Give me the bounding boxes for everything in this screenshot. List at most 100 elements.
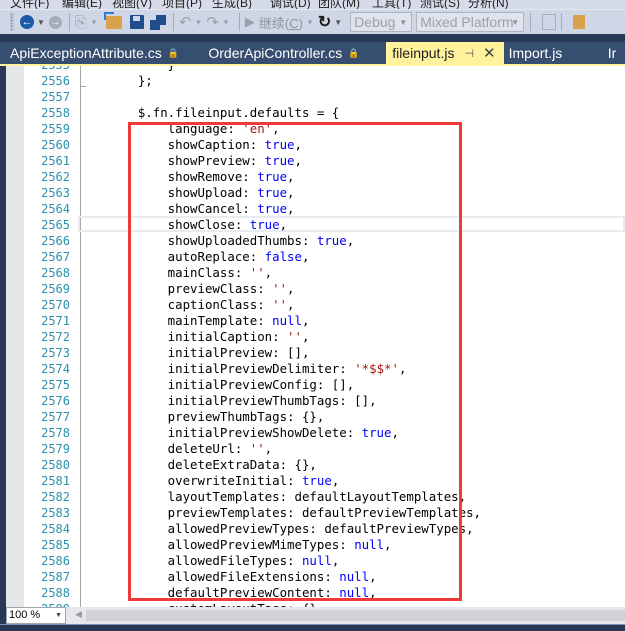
horizontal-scrollbar[interactable] [86,610,625,621]
code-token: , [294,137,302,152]
code-line[interactable]: 2571 mainTemplate: null, [6,313,625,329]
code-line[interactable]: 2585 allowedPreviewMimeTypes: null, [6,537,625,553]
solution-platform-select[interactable]: Mixed Platform ▼ [416,12,525,32]
navigate-forward-button[interactable]: → [48,12,62,32]
line-number: 2563 [41,186,70,200]
code-text: showCaption: true, [108,137,302,153]
code-line[interactable]: 2560 showCaption: true, [6,137,625,153]
document-tabs: ApiExceptionAttribute.cs 🔒 OrderApiContr… [0,42,625,64]
code-text: $.fn.fileinput.defaults = { [108,105,339,121]
navigate-back-dropdown-icon[interactable]: ▼ [37,18,45,27]
line-number: 2583 [41,506,70,520]
menu-item[interactable]: 团队(M) [318,0,360,9]
code-line[interactable]: 2575 initialPreviewConfig: [], [6,377,625,393]
zoom-level-select[interactable]: 100 % ▼ [6,607,66,624]
code-line[interactable]: 2577 previewThumbTags: {}, [6,409,625,425]
code-token: , [391,425,399,440]
code-line[interactable]: 2566 showUploadedThumbs: true, [6,233,625,249]
undo-icon[interactable]: ↶ [179,12,192,32]
save-button[interactable] [129,12,144,32]
toolbar-grip[interactable] [10,13,14,31]
find-in-files-icon[interactable] [573,15,586,29]
menu-item[interactable]: 工具(T) [372,0,411,9]
menu-item[interactable]: 项目(P) [162,0,202,9]
toolbar-separator [172,13,174,31]
menu-item[interactable]: 视图(V) [112,0,152,9]
code-line[interactable]: 2588 defaultPreviewContent: null, [6,585,625,601]
menu-item[interactable]: 测试(S) [420,0,460,9]
code-line[interactable]: 2583 previewTemplates: defaultPreviewTem… [6,505,625,521]
code-line[interactable]: 2579 deleteUrl: '', [6,441,625,457]
code-line[interactable]: 2565 showClose: true, [6,217,625,233]
code-line[interactable]: 2567 autoReplace: false, [6,249,625,265]
code-line[interactable]: 2580 deleteExtraData: {}, [6,457,625,473]
code-editor[interactable]: 2555 }2556 };25572558 $.fn.fileinput.def… [6,66,625,607]
scroll-left-icon[interactable]: ◀ [75,609,82,620]
code-line[interactable]: 2562 showRemove: true, [6,169,625,185]
code-line[interactable]: 2582 layoutTemplates: defaultLayoutTempl… [6,489,625,505]
line-number: 2577 [41,410,70,424]
code-line[interactable]: 2558 $.fn.fileinput.defaults = { [6,105,625,121]
redo-icon[interactable]: ↷ [206,12,219,32]
tab-import-js[interactable]: Import.js [504,42,606,64]
line-number: 2565 [41,218,70,232]
new-item-dropdown-icon[interactable]: ▼ [90,18,98,27]
code-token: showUpload: [108,185,258,200]
keyword-token: null [339,569,370,584]
code-line[interactable]: 2568 mainClass: '', [6,265,625,281]
tab-label: Ir [607,45,617,61]
code-line[interactable]: 2573 initialPreview: [], [6,345,625,361]
code-text: mainClass: '', [108,265,272,281]
navigate-back-button[interactable]: ← [20,12,34,32]
code-line[interactable]: 2563 showUpload: true, [6,185,625,201]
code-line[interactable]: 2564 showCancel: true, [6,201,625,217]
code-line[interactable]: 2555 } [6,66,625,73]
code-token: , [287,201,295,216]
continue-button[interactable]: ▶ 继续(C) [245,12,303,32]
menu-item[interactable]: 文件(F) [10,0,49,9]
string-token: '*$$*' [354,361,399,376]
code-line[interactable]: 2574 initialPreviewDelimiter: '*$$*', [6,361,625,377]
toolbar-separator [561,13,563,31]
code-line[interactable]: 2556 }; [6,73,625,89]
solution-configuration-select[interactable]: Debug ▼ [350,12,413,32]
undo-dropdown-icon[interactable]: ▼ [194,18,202,27]
save-all-button[interactable] [149,12,166,32]
code-token: deleteUrl: [108,441,250,456]
code-token: layoutTemplates: defaultLayoutTemplates, [108,489,467,504]
menu-item[interactable]: 分析(N) [468,0,509,9]
code-line[interactable]: 2572 initialCaption: '', [6,329,625,345]
tab-overflow[interactable]: Ir [606,42,625,64]
pin-icon[interactable]: ⊣ [464,47,474,60]
close-icon[interactable]: ✕ [483,44,496,62]
open-file-button[interactable] [103,11,122,32]
code-line[interactable]: 2586 allowedFileTypes: null, [6,553,625,569]
code-line[interactable]: 2557 [6,89,625,105]
code-line[interactable]: 2576 initialPreviewThumbTags: [], [6,393,625,409]
restart-dropdown-icon[interactable]: ▼ [334,18,342,27]
code-line[interactable]: 2581 overwriteInitial: true, [6,473,625,489]
code-line[interactable]: 2561 showPreview: true, [6,153,625,169]
code-token: , [301,329,310,344]
code-token: , [369,569,377,584]
tab-fileinput-js[interactable]: fileinput.js ⊣ ✕ [386,42,504,64]
code-line[interactable]: 2569 previewClass: '', [6,281,625,297]
code-line[interactable]: 2578 initialPreviewShowDelete: true, [6,425,625,441]
tab-order-api-controller[interactable]: OrderApiController.cs 🔒 [198,42,386,64]
line-number: 2587 [41,570,70,584]
redo-dropdown-icon[interactable]: ▼ [222,18,230,27]
code-line[interactable]: 2587 allowedFileExtensions: null, [6,569,625,585]
attach-process-icon[interactable] [542,14,557,30]
menu-item[interactable]: 编辑(E) [62,0,102,9]
tab-api-exception-attribute[interactable]: ApiExceptionAttribute.cs 🔒 [0,42,198,64]
restart-icon[interactable]: ↻ [318,12,331,32]
line-number: 2578 [41,426,70,440]
code-line[interactable]: 2570 captionClass: '', [6,297,625,313]
navigate-forward-icon: → [48,15,62,29]
continue-dropdown-icon[interactable]: ▼ [306,18,314,27]
new-item-icon[interactable]: ⎘ [75,12,87,32]
menu-item[interactable]: 生成(B) [212,0,252,9]
menu-item[interactable]: 调试(D) [270,0,311,9]
code-line[interactable]: 2559 language: 'en', [6,121,625,137]
code-line[interactable]: 2584 allowedPreviewTypes: defaultPreview… [6,521,625,537]
